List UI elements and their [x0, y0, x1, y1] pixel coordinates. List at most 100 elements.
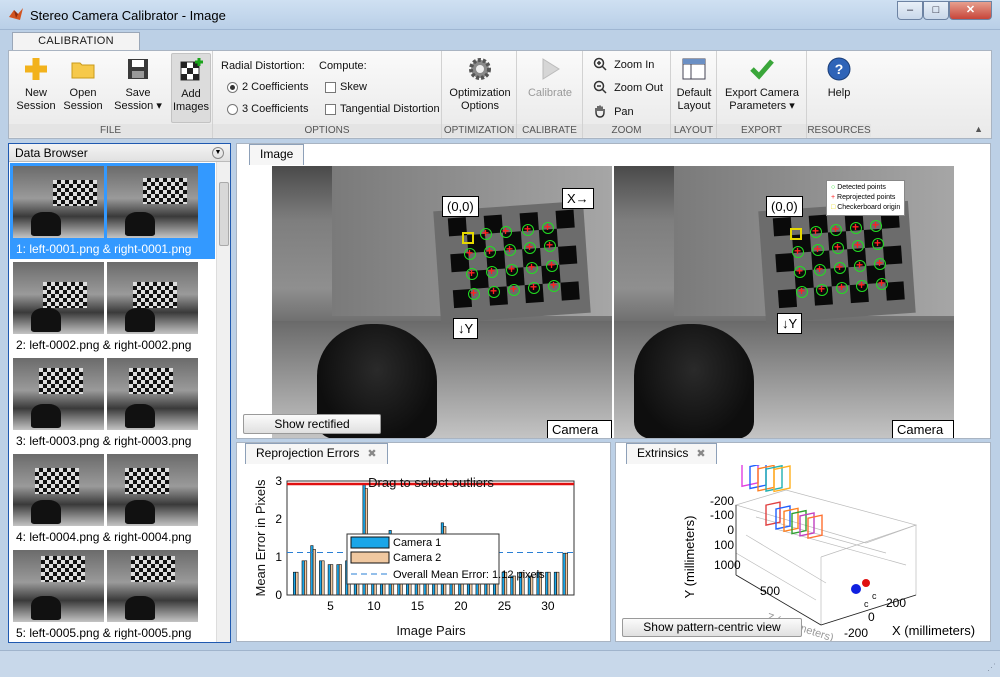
show-pattern-centric-view-button[interactable]: Show pattern-centric view	[622, 618, 802, 637]
list-item[interactable]: 2: left-0002.png & right-0002.png	[10, 259, 215, 355]
resources-group: ? Help RESOURCES	[807, 51, 871, 138]
bar-camera2[interactable]	[312, 549, 316, 596]
thumbnail-right	[107, 454, 198, 526]
checkmark-icon	[750, 59, 774, 80]
thumbnail-pair	[13, 262, 201, 334]
image-legend: ○ Detected points + Reprojected points □…	[826, 180, 906, 216]
chevron-down-icon[interactable]: ▼	[212, 147, 224, 159]
radio-3-coefficients[interactable]	[227, 104, 238, 115]
save-session-button[interactable]: Save Session ▾	[109, 55, 167, 113]
window-title: Stereo Camera Calibrator - Image	[30, 8, 226, 23]
export-group-label: EXPORT	[717, 124, 806, 137]
gear-icon	[469, 58, 491, 80]
resize-grip-icon[interactable]: ⋰	[987, 662, 996, 673]
show-rectified-button[interactable]: Show rectified	[243, 414, 381, 434]
ribbon-tabs: CALIBRATION	[8, 30, 992, 51]
y-tick: -100	[710, 508, 734, 522]
bar-camera2[interactable]	[556, 571, 560, 596]
svg-text:?: ?	[835, 61, 844, 77]
origin-label: (0,0)	[766, 196, 803, 217]
x-tick: -200	[844, 626, 868, 640]
bar-camera1[interactable]	[336, 564, 340, 596]
bar-camera1[interactable]	[310, 545, 314, 596]
tab-extrinsics-label: Extrinsics	[637, 446, 689, 460]
open-session-button[interactable]: Open Session	[62, 55, 104, 113]
add-images-label-2: Images	[172, 101, 210, 113]
bar-camera1[interactable]	[562, 552, 566, 596]
bar-camera1[interactable]	[545, 571, 549, 596]
list-item[interactable]: 5: left-0005.png & right-0005.png	[10, 547, 215, 643]
thumbnail-left	[13, 358, 104, 430]
list-item[interactable]: 4: left-0004.png & right-0004.png	[10, 451, 215, 547]
collapse-ribbon-icon[interactable]: ▲	[974, 124, 983, 134]
list-item[interactable]: 3: left-0003.png & right-0003.png	[10, 355, 215, 451]
pattern-frames	[741, 465, 823, 540]
bar-camera1[interactable]	[319, 560, 323, 596]
extrinsics-3d-plot[interactable]: c c Y (millimeters) -200 -100 0 100 1000…	[616, 465, 990, 641]
tangential-distortion-checkbox[interactable]	[325, 104, 336, 115]
list-item-label: 5: left-0005.png & right-0005.png	[16, 626, 192, 640]
compute-title: Compute:	[319, 60, 367, 72]
pan-button[interactable]: Pan	[593, 104, 634, 118]
calibrate-button[interactable]: Calibrate	[525, 55, 575, 100]
close-icon[interactable]: ✖	[696, 448, 705, 460]
bar-camera2[interactable]	[330, 564, 334, 596]
bar-camera1[interactable]	[292, 571, 296, 596]
scrollbar-thumb[interactable]	[219, 182, 229, 246]
close-icon[interactable]: ✖	[367, 448, 376, 460]
default-layout-label-2: Layout	[677, 100, 711, 112]
legend-camera2: Camera 2	[393, 552, 441, 564]
zoom-in-label: Zoom In	[614, 59, 655, 71]
add-images-button[interactable]: Add Images	[171, 53, 211, 123]
export-camera-label-2: Parameters ▾	[729, 100, 795, 112]
bar-camera1[interactable]	[553, 571, 557, 596]
z-tick: 500	[760, 584, 780, 598]
tab-image[interactable]: Image	[249, 144, 305, 165]
tab-reprojection-errors[interactable]: Reprojection Errors ✖	[245, 443, 388, 464]
tab-calibration[interactable]: CALIBRATION	[12, 32, 140, 51]
help-label: Help	[827, 87, 851, 99]
list-item-label: 2: left-0002.png & right-0002.png	[16, 338, 192, 352]
y-tick-label: 3	[275, 474, 282, 488]
pan-label: Pan	[614, 106, 634, 118]
bar-camera2[interactable]	[565, 552, 569, 596]
legend-swatch-camera1	[350, 536, 390, 549]
reprojection-chart[interactable]: 0 1 2 3 5 10 15 20 25 30 Drag to select outliers…	[237, 465, 610, 641]
default-layout-button[interactable]: Default Layout	[673, 55, 715, 113]
bar-camera1[interactable]	[301, 560, 305, 596]
list-item[interactable]: 1: left-0001.png & right-0001.png	[10, 163, 215, 259]
maximize-button[interactable]: □	[923, 1, 949, 20]
bar-camera1[interactable]	[327, 564, 331, 596]
export-camera-parameters-button[interactable]: Export Camera Parameters ▾	[721, 55, 803, 113]
optimization-group-label: OPTIMIZATION	[442, 124, 516, 137]
bar-camera2[interactable]	[321, 560, 325, 596]
bar-camera2[interactable]	[547, 571, 551, 596]
image-panel: Image (0,0) X→ ↓Y Camera 1	[236, 143, 991, 439]
zoom-out-button[interactable]: Zoom Out	[593, 80, 663, 94]
close-button[interactable]: ✕	[949, 1, 992, 20]
minimize-button[interactable]: –	[897, 1, 923, 20]
zoom-out-label: Zoom Out	[614, 82, 663, 94]
y-tick: -200	[710, 494, 734, 508]
extrinsics-xlabel: X (millimeters)	[892, 623, 975, 638]
thumbnail-right	[107, 262, 198, 334]
file-group-label: FILE	[9, 124, 212, 137]
bar-camera2[interactable]	[338, 564, 342, 596]
optimization-options-button[interactable]: Optimization Options	[446, 55, 514, 113]
zoom-in-button[interactable]: Zoom In	[593, 57, 654, 71]
zoom-out-icon	[593, 80, 607, 94]
help-button[interactable]: ? Help	[817, 55, 861, 100]
bar-camera2[interactable]	[295, 571, 299, 596]
bar-camera2[interactable]	[304, 560, 308, 596]
legend-camera1: Camera 1	[393, 537, 441, 549]
new-session-button[interactable]: New Session	[13, 55, 59, 113]
pan-hand-icon	[595, 105, 605, 118]
chart-ylabel: Mean Error in Pixels	[253, 479, 268, 597]
radio-2-coefficients[interactable]	[227, 82, 238, 93]
data-browser-scrollbar[interactable]	[216, 162, 230, 642]
svg-text:c: c	[872, 591, 877, 601]
skew-checkbox[interactable]	[325, 82, 336, 93]
tab-extrinsics[interactable]: Extrinsics ✖	[626, 443, 717, 464]
calibrate-group-label: CALIBRATE	[517, 124, 582, 137]
camera-1-caption: Camera 1	[547, 420, 612, 438]
